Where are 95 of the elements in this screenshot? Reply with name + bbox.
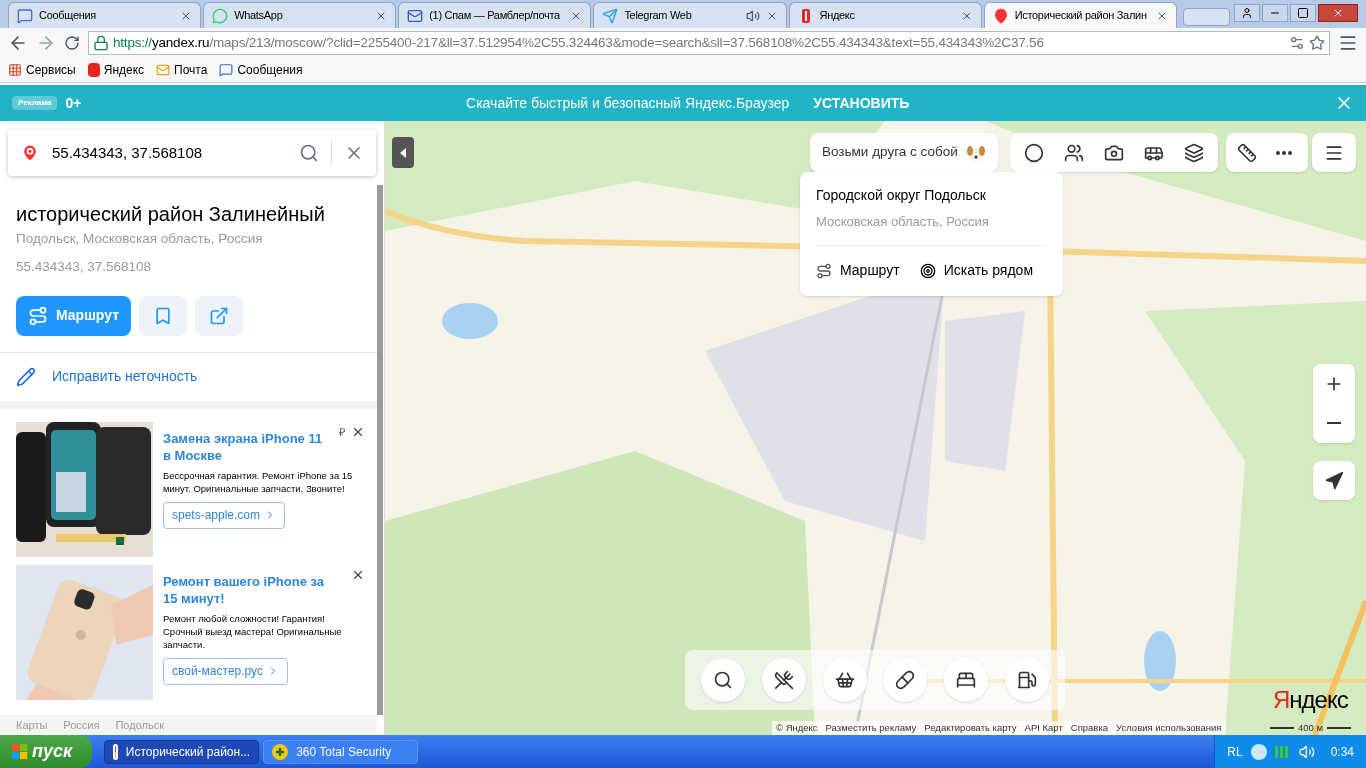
place-subtitle: Подольск, Московская область, Россия	[16, 230, 264, 248]
locate-button[interactable]	[1313, 461, 1355, 500]
logo-icon	[87, 63, 100, 77]
chat-icon	[219, 63, 234, 77]
currency-sign: ₽	[339, 424, 345, 440]
taskbar-button[interactable]: Исторический район...	[104, 739, 260, 764]
popup-subtitle: Московская область, Россия	[816, 213, 990, 231]
people-icon	[1064, 142, 1084, 163]
place-coordinates: 55.434343, 37.568108	[16, 258, 153, 277]
minimize-button[interactable]	[1262, 4, 1288, 22]
grid-icon	[8, 63, 22, 77]
triangle-icon	[400, 147, 406, 158]
extension-icon[interactable]	[1289, 35, 1305, 51]
menu-icon[interactable]	[1338, 33, 1358, 53]
copyright-text: © Яндекс	[776, 720, 818, 735]
pin-icon	[992, 7, 1009, 24]
ad-title[interactable]: Замена экрана iPhone 11 в Москве	[163, 429, 328, 464]
ring-icon	[1024, 142, 1044, 163]
popup-title: Городской округ Подольск	[816, 186, 987, 205]
place-title: исторический район Залинейный	[16, 202, 326, 227]
chat-icon	[17, 7, 33, 24]
banner-text: Скачайте быстрый и безопасный Яндекс.Браузер	[466, 93, 790, 113]
bookmark-button[interactable]	[139, 295, 188, 336]
target-icon	[919, 262, 936, 279]
profile-button[interactable]	[1234, 4, 1260, 22]
nearby-link[interactable]: Искать рядом	[919, 260, 1034, 281]
collapse-button[interactable]	[392, 137, 414, 168]
basket-icon	[834, 670, 855, 690]
envelope-icon	[156, 63, 171, 77]
start-button[interactable]: пуск	[0, 735, 93, 768]
restore-icon	[1297, 7, 1309, 19]
ad-text: Бессрочная гарантия. Ремонт iPhone за 15 минут. Оригинальные запчасти. Звоните!	[163, 468, 353, 495]
user-icon	[1241, 7, 1253, 19]
route-link[interactable]: Маршрут	[816, 260, 900, 281]
browser-tab[interactable]: Яндекс	[788, 2, 982, 28]
envelope-icon	[407, 7, 424, 24]
close-icon	[1332, 7, 1344, 19]
fix-link[interactable]: Исправить неточность	[0, 352, 377, 401]
browser-tab[interactable]: Telegram Web	[593, 2, 787, 28]
ad-link[interactable]: свой-мастер.рус	[163, 657, 288, 685]
restore-button[interactable]	[1290, 4, 1316, 22]
ad-link[interactable]: spets-apple.com	[163, 501, 286, 529]
search-field[interactable]: 55.434343, 37.568108	[8, 130, 376, 176]
star-icon[interactable]	[1309, 35, 1325, 51]
browser-tab[interactable]: Исторический район Залин	[983, 2, 1177, 28]
chat-icon	[212, 7, 229, 24]
minus-icon	[1327, 422, 1341, 425]
promo-button[interactable]: Возьми друга с собой	[810, 133, 998, 172]
more-icon	[1276, 150, 1292, 155]
fork-knife-icon	[774, 670, 794, 690]
layers-icon	[1184, 142, 1204, 163]
footer-link[interactable]: Условия использования	[1116, 720, 1222, 735]
pencil-icon	[16, 366, 36, 387]
speaker-icon[interactable]	[745, 8, 760, 23]
pill-icon	[895, 670, 916, 690]
ad-label: Реклама	[12, 96, 58, 110]
route-icon	[816, 262, 832, 279]
url-text: https://yandex.ru/maps/213/moscow/?clid=2255400-217&ll=37.512954%2C55.324463&mode=search&sll=37.568108%2C55.434343&text=55.434343%2C37.56	[113, 33, 1044, 52]
bookmark[interactable]: Яндекс	[87, 61, 145, 79]
footer-link[interactable]: API Карт	[1024, 720, 1063, 735]
ad-text: Ремонт любой сложности! Гарантия! Срочный выезд мастера! Оригинальные запчасти.	[163, 611, 343, 651]
language-indicator[interactable]: RL	[1227, 742, 1243, 761]
tray-icon[interactable]	[1250, 743, 1267, 760]
bed-icon	[955, 670, 976, 690]
address-field[interactable]: https://yandex.ru/maps/213/moscow/?clid=2255400-217&ll=37.512954%2C55.324463&mode=search&sll=37.568108%2C55.434343&text=55.434343%2C37.56	[88, 31, 1330, 55]
lock-icon	[93, 35, 109, 51]
arrow-icon	[1324, 470, 1344, 491]
map-logo: Яндекс	[1273, 685, 1348, 715]
browser-tab[interactable]: Сообщения	[8, 2, 202, 28]
clock: 0:34	[1330, 743, 1354, 761]
fuel-icon	[1016, 670, 1037, 690]
search-icon	[713, 670, 734, 690]
footer-link[interactable]: Редактировать карту	[924, 720, 1017, 735]
speaker-icon[interactable]	[1298, 743, 1315, 760]
age-rating: 0+	[65, 93, 82, 113]
windows-flag-icon	[12, 743, 28, 760]
search-icon[interactable]	[299, 143, 319, 163]
footer-link[interactable]: Разместить рекламу	[825, 720, 917, 735]
bookmark[interactable]: Почта	[156, 61, 208, 79]
bookmark[interactable]: Сервисы	[8, 61, 76, 79]
scale-label: 400 м	[1298, 720, 1324, 735]
browser-tab[interactable]: WhatsApp	[203, 2, 397, 28]
share-button[interactable]	[195, 295, 244, 336]
paper-plane-icon	[602, 7, 619, 24]
route-icon	[28, 305, 48, 326]
ad-title[interactable]: Ремонт вашего iPhone за 15 минут!	[163, 572, 328, 607]
taskbar-button[interactable]: 360 Total Security	[263, 739, 419, 764]
browser-tab[interactable]: (1) Спам — Рамблер/почта	[398, 2, 592, 28]
reload-icon[interactable]	[64, 35, 80, 51]
menu-button[interactable]	[1312, 133, 1356, 172]
bookmark[interactable]: Сообщения	[219, 61, 303, 79]
plus-circle-icon	[272, 743, 289, 760]
footer-link[interactable]: Справка	[1070, 720, 1109, 735]
share-icon	[209, 305, 230, 326]
ruler-icon	[1237, 142, 1257, 163]
